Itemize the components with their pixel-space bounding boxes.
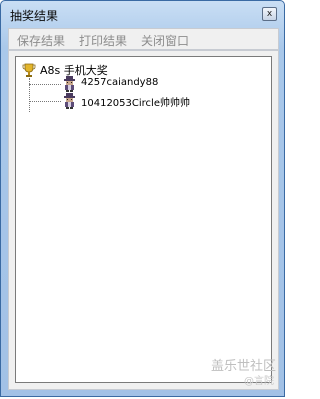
tree-item-label: 4257caiandy88 bbox=[81, 77, 159, 88]
person-icon bbox=[64, 93, 75, 109]
watermark-handle: @言院 bbox=[244, 376, 274, 387]
menu-close-window[interactable]: 关闭窗口 bbox=[141, 32, 189, 49]
tree-item[interactable]: 10412053Circle帅帅帅 bbox=[62, 93, 262, 109]
tree-connector-1 bbox=[29, 84, 61, 85]
person-icon bbox=[64, 76, 75, 92]
tree-connector-2 bbox=[29, 101, 61, 102]
trophy-icon bbox=[22, 63, 36, 77]
result-window: 抽奖结果 x 保存结果 打印结果 关闭窗口 A8s 手机大奖 4257caian… bbox=[0, 0, 285, 397]
title-bar[interactable]: 抽奖结果 x bbox=[1, 1, 284, 27]
close-icon: x bbox=[266, 9, 273, 19]
menu-print-results[interactable]: 打印结果 bbox=[79, 32, 127, 49]
tree-item[interactable]: 4257caiandy88 bbox=[62, 76, 262, 92]
content-panel: A8s 手机大奖 4257caiandy88 10412053Circle帅帅帅 bbox=[8, 50, 279, 390]
close-button[interactable]: x bbox=[262, 7, 277, 21]
tree-item-label: 10412053Circle帅帅帅 bbox=[81, 98, 190, 109]
menu-save-results[interactable]: 保存结果 bbox=[17, 32, 65, 49]
window-title: 抽奖结果 bbox=[10, 9, 59, 23]
menu-bar: 保存结果 打印结果 关闭窗口 bbox=[8, 28, 279, 50]
result-tree[interactable]: A8s 手机大奖 4257caiandy88 10412053Circle帅帅帅 bbox=[15, 56, 272, 383]
